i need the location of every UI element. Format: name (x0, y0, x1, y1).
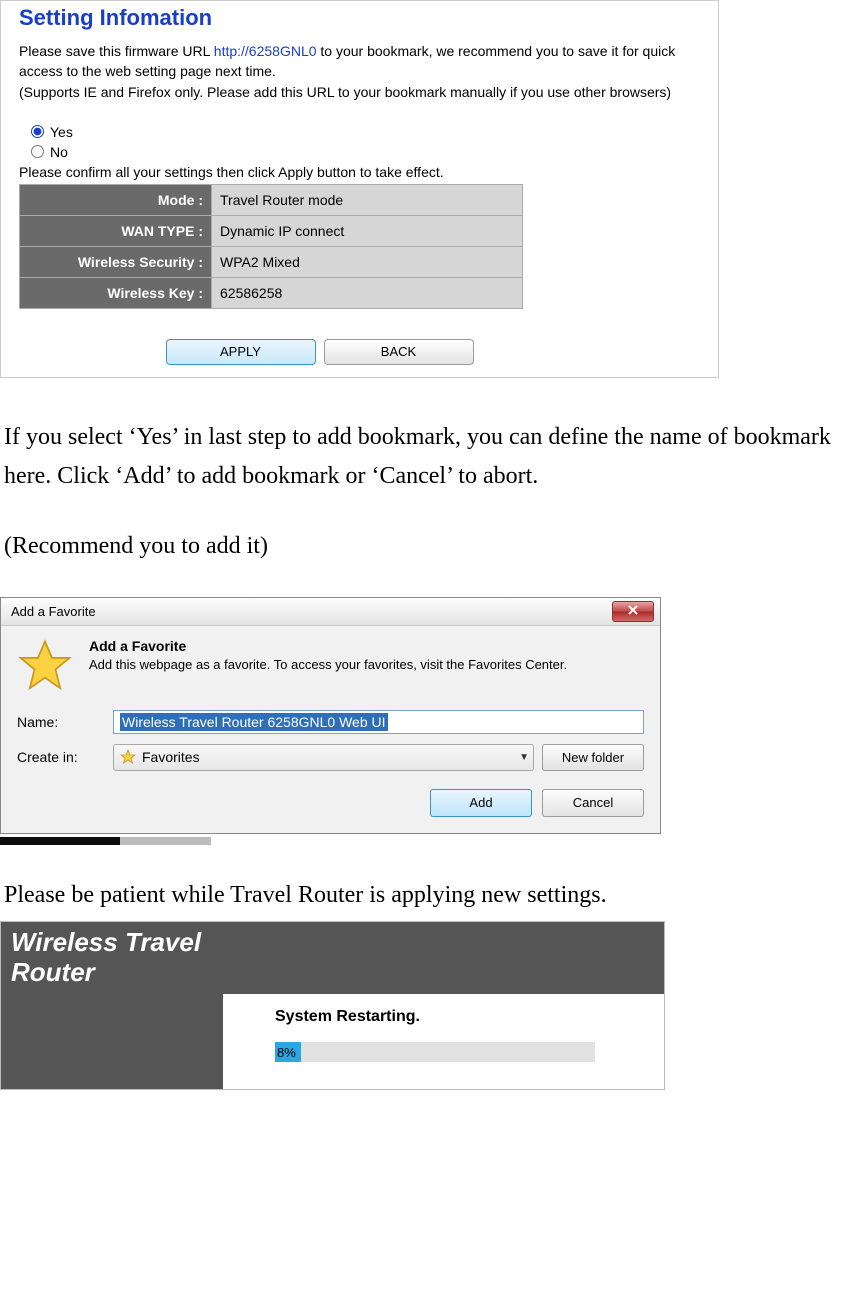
createin-label: Create in: (17, 749, 113, 765)
table-row: Wireless Security : WPA2 Mixed (20, 246, 523, 277)
dialog-subheading: Add a Favorite (89, 638, 567, 654)
radio-no-label: No (50, 144, 68, 160)
restart-header-line2: Router (11, 957, 95, 987)
createin-value: Favorites (142, 749, 200, 765)
cell-value-wkey: 62586258 (212, 277, 523, 308)
createin-select[interactable]: Favorites ▼ (113, 744, 534, 771)
desc-line2: (Supports IE and Firefox only. Please ad… (19, 84, 671, 100)
doc-paragraph-1: If you select ‘Yes’ in last step to add … (4, 418, 843, 497)
createin-row: Create in: Favorites ▼ New folder (17, 744, 644, 771)
desc-before-url: Please save this firmware URL (19, 43, 214, 59)
doc-paragraph-2: (Recommend you to add it) (4, 527, 843, 567)
add-favorite-dialog: Add a Favorite Add a Favorite Add this w… (0, 597, 661, 834)
settings-summary-table: Mode : Travel Router mode WAN TYPE : Dyn… (19, 184, 523, 309)
radio-no-row[interactable]: No (19, 144, 706, 160)
progress-bar: 8% (275, 1042, 595, 1062)
add-button[interactable]: Add (430, 789, 532, 817)
apply-button[interactable]: APPLY (166, 339, 316, 365)
name-input[interactable]: Wireless Travel Router 6258GNL0 Web UI (113, 710, 644, 734)
restart-header-line1: Wireless Travel (11, 927, 201, 957)
cell-value-mode: Travel Router mode (212, 184, 523, 215)
confirm-text: Please confirm all your settings then cl… (19, 164, 706, 180)
doc-paragraph-3: Please be patient while Travel Router is… (4, 876, 843, 916)
panel-description: Please save this firmware URL http://625… (19, 41, 700, 102)
back-button[interactable]: BACK (324, 339, 474, 365)
new-folder-button[interactable]: New folder (542, 744, 644, 771)
name-row: Name: Wireless Travel Router 6258GNL0 We… (17, 710, 644, 734)
cancel-button[interactable]: Cancel (542, 789, 644, 817)
firmware-url-link[interactable]: http://6258GNL0 (214, 43, 317, 59)
restart-status-title: System Restarting. (275, 1008, 644, 1026)
close-button[interactable] (612, 601, 654, 622)
favorites-star-icon (120, 749, 136, 765)
name-input-value: Wireless Travel Router 6258GNL0 Web UI (120, 713, 388, 731)
cell-value-wsec: WPA2 Mixed (212, 246, 523, 277)
radio-yes-row[interactable]: Yes (19, 124, 706, 140)
radio-no[interactable] (31, 145, 44, 158)
table-row: Mode : Travel Router mode (20, 184, 523, 215)
restart-main: System Restarting. 8% (223, 994, 664, 1089)
chevron-down-icon: ▼ (519, 752, 529, 763)
cell-label-wsec: Wireless Security : (20, 246, 212, 277)
restart-sidebar (1, 994, 223, 1089)
name-label: Name: (17, 714, 113, 730)
dialog-subtext: Add this webpage as a favorite. To acces… (89, 656, 567, 674)
restart-panel: Wireless Travel Router System Restarting… (0, 921, 665, 1090)
dialog-button-row: Add Cancel (17, 789, 644, 817)
panel-heading: Setting Infomation (19, 5, 706, 31)
progress-fill: 8% (275, 1042, 301, 1062)
restart-header: Wireless Travel Router (1, 922, 664, 994)
close-icon (627, 604, 639, 619)
cell-value-wantype: Dynamic IP connect (212, 215, 523, 246)
radio-yes[interactable] (31, 125, 44, 138)
star-icon (17, 638, 73, 694)
panel-button-row: APPLY BACK (13, 339, 706, 365)
table-row: WAN TYPE : Dynamic IP connect (20, 215, 523, 246)
cell-label-mode: Mode : (20, 184, 212, 215)
table-row: Wireless Key : 62586258 (20, 277, 523, 308)
cell-label-wantype: WAN TYPE : (20, 215, 212, 246)
dialog-titlebar: Add a Favorite (1, 598, 660, 626)
bookmark-radio-group: Yes No (19, 124, 706, 160)
radio-yes-label: Yes (50, 124, 73, 140)
progress-label: 8% (277, 1045, 296, 1060)
dialog-title: Add a Favorite (11, 604, 96, 619)
setting-information-panel: Setting Infomation Please save this firm… (0, 0, 719, 378)
cell-label-wkey: Wireless Key : (20, 277, 212, 308)
